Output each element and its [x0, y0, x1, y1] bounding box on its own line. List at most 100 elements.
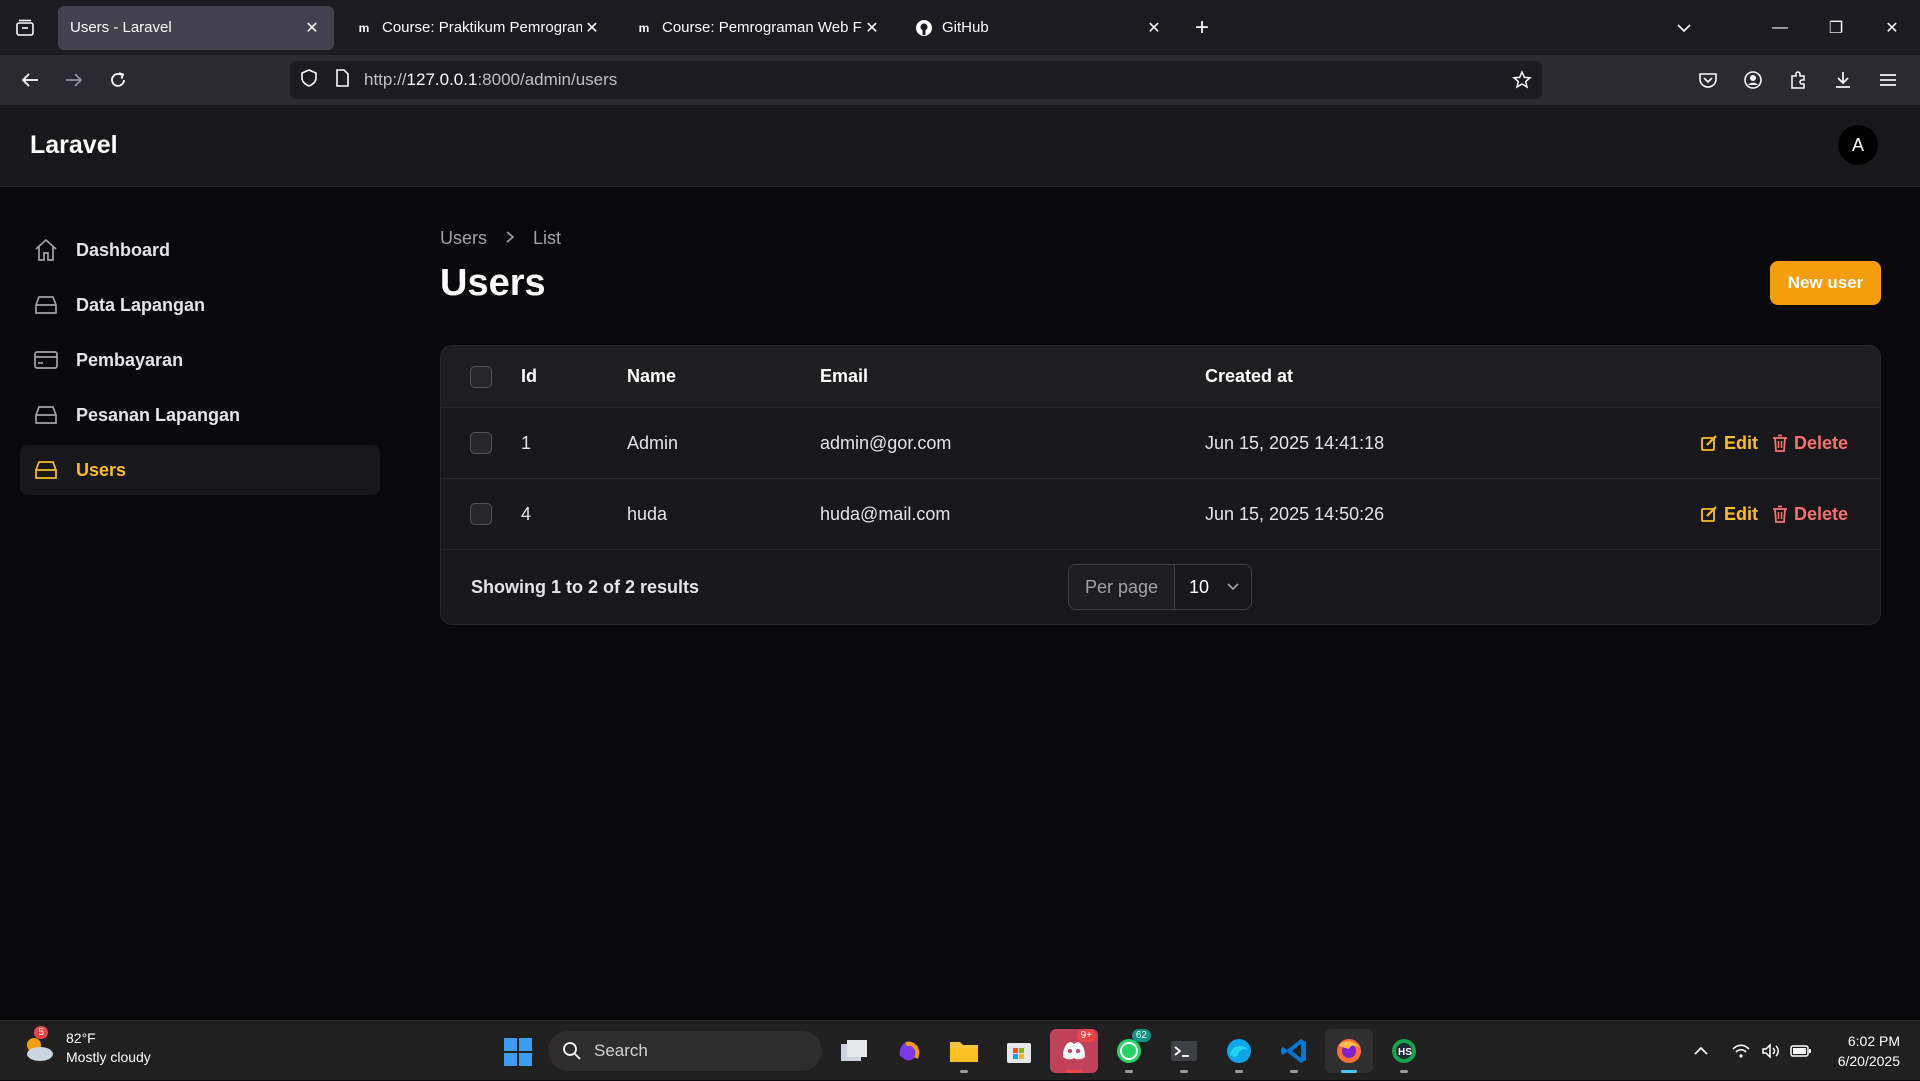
- url-text: http://127.0.0.1:8000/admin/users: [364, 70, 618, 89]
- new-user-button[interactable]: New user: [1770, 261, 1881, 305]
- back-button[interactable]: [8, 60, 52, 100]
- file-explorer-icon[interactable]: [940, 1029, 988, 1073]
- trash-icon: [1773, 434, 1787, 452]
- reload-button[interactable]: [96, 60, 140, 100]
- breadcrumb-current: List: [533, 228, 562, 248]
- restore-button[interactable]: ❐: [1808, 0, 1864, 55]
- weather-widget[interactable]: 5 82°F Mostly cloudy: [20, 1026, 151, 1067]
- credit-card-icon: [32, 346, 60, 374]
- bookmark-star-icon[interactable]: [1512, 70, 1532, 95]
- whatsapp-badge: 62: [1131, 1029, 1151, 1042]
- tab-overflow-chevron-icon[interactable]: [1656, 0, 1712, 55]
- firefox-icon[interactable]: [1325, 1029, 1373, 1073]
- shield-icon[interactable]: [300, 68, 318, 93]
- sidebar-item-label: Pesanan Lapangan: [76, 404, 241, 425]
- pocket-icon[interactable]: [1685, 60, 1730, 100]
- edge-icon[interactable]: [1215, 1029, 1263, 1073]
- per-page-value[interactable]: 10: [1175, 565, 1251, 609]
- weather-cloud-icon: 5: [20, 1026, 56, 1066]
- tab-course-praktikum[interactable]: m Course: Praktikum Pemrograma ✕: [342, 6, 614, 50]
- column-header-name[interactable]: Name: [627, 346, 676, 407]
- tab-course-pemrograman[interactable]: m Course: Pemrograman Web Frar ✕: [622, 6, 894, 50]
- delete-button[interactable]: Delete: [1772, 479, 1848, 549]
- per-page-select[interactable]: Per page 10: [1068, 564, 1252, 610]
- microsoft-store-icon[interactable]: [995, 1029, 1043, 1073]
- app-topbar: Laravel A: [0, 105, 1920, 187]
- column-header-email[interactable]: Email: [820, 346, 868, 407]
- sidebar-item-label: Pembayaran: [76, 349, 184, 370]
- close-icon[interactable]: ✕: [302, 18, 322, 38]
- forward-button[interactable]: [52, 60, 96, 100]
- sidebar-item-users[interactable]: Users: [20, 445, 380, 495]
- edit-button[interactable]: Edit: [1700, 479, 1758, 549]
- window-controls: — ❐ ✕: [1656, 0, 1920, 55]
- temperature: 82°F: [66, 1030, 96, 1046]
- column-header-created-at[interactable]: Created at: [1205, 346, 1293, 407]
- inbox-icon: [32, 456, 60, 484]
- pagination-summary: Showing 1 to 2 of 2 results: [471, 576, 700, 597]
- download-icon[interactable]: [1820, 60, 1865, 100]
- svg-text:HS: HS: [1398, 1047, 1412, 1058]
- close-window-button[interactable]: ✕: [1864, 0, 1920, 55]
- sidebar-item-label: Dashboard: [76, 239, 171, 260]
- wifi-icon[interactable]: [1726, 1043, 1756, 1059]
- table-row[interactable]: 1 Admin admin@gor.com Jun 15, 2025 14:41…: [441, 408, 1880, 479]
- tray-overflow-chevron-icon[interactable]: [1686, 1046, 1716, 1056]
- tab-list-icon[interactable]: [0, 0, 50, 55]
- weather-condition: Mostly cloudy: [66, 1049, 151, 1065]
- table-footer: Showing 1 to 2 of 2 results Per page 10: [441, 550, 1880, 624]
- close-icon[interactable]: ✕: [582, 18, 602, 38]
- weather-badge: 5: [34, 1026, 48, 1039]
- vscode-icon[interactable]: [1270, 1029, 1318, 1073]
- new-tab-button[interactable]: +: [1184, 10, 1220, 46]
- tab-github[interactable]: GitHub ✕: [902, 6, 1176, 50]
- account-icon[interactable]: [1730, 60, 1775, 100]
- task-view-icon[interactable]: [830, 1029, 878, 1073]
- inbox-icon: [32, 401, 60, 429]
- battery-icon[interactable]: [1786, 1044, 1816, 1058]
- extensions-icon[interactable]: [1775, 60, 1820, 100]
- cell-created-at: Jun 15, 2025 14:50:26: [1205, 503, 1385, 524]
- select-all-checkbox[interactable]: [470, 346, 492, 407]
- windows-start-icon[interactable]: [503, 1037, 533, 1072]
- table-header: Id Name Email Created at: [441, 346, 1880, 408]
- sidebar-item-dashboard[interactable]: Dashboard: [20, 225, 380, 275]
- row-checkbox[interactable]: [470, 479, 492, 549]
- cell-email: huda@mail.com: [820, 503, 951, 524]
- discord-icon[interactable]: 9+: [1050, 1029, 1098, 1073]
- menu-icon[interactable]: [1865, 60, 1910, 100]
- sidebar-item-label: Data Lapangan: [76, 294, 206, 315]
- cell-name: Admin: [627, 432, 679, 453]
- terminal-icon[interactable]: [1160, 1029, 1208, 1073]
- minimize-button[interactable]: —: [1752, 0, 1808, 55]
- breadcrumb-users-link[interactable]: Users: [440, 228, 487, 249]
- page-info-icon[interactable]: [334, 68, 350, 92]
- sidebar-item-pesanan-lapangan[interactable]: Pesanan Lapangan: [20, 390, 380, 440]
- tab-users-laravel[interactable]: Users - Laravel ✕: [58, 5, 334, 50]
- avatar[interactable]: A: [1838, 125, 1878, 165]
- clock[interactable]: 6:02 PM 6/20/2025: [1838, 1031, 1900, 1071]
- browser-toolbar: http://127.0.0.1:8000/admin/users: [0, 55, 1920, 105]
- whatsapp-icon[interactable]: 62: [1105, 1029, 1153, 1073]
- delete-button[interactable]: Delete: [1772, 408, 1848, 478]
- close-icon[interactable]: ✕: [862, 18, 882, 38]
- url-bar[interactable]: http://127.0.0.1:8000/admin/users: [290, 61, 1542, 99]
- copilot-icon[interactable]: [885, 1029, 933, 1073]
- heidisql-icon[interactable]: HS: [1380, 1029, 1428, 1073]
- row-checkbox[interactable]: [470, 408, 492, 478]
- home-icon: [32, 236, 60, 264]
- tab-label: GitHub: [942, 19, 989, 36]
- sidebar-item-data-lapangan[interactable]: Data Lapangan: [20, 280, 380, 330]
- taskbar-search[interactable]: Search: [548, 1031, 822, 1071]
- taskbar-apps: 9+ 62 HS: [830, 1029, 1435, 1073]
- tab-label: Course: Pemrograman Web Frar: [662, 19, 862, 36]
- sidebar-item-pembayaran[interactable]: Pembayaran: [20, 335, 380, 385]
- edit-button[interactable]: Edit: [1700, 408, 1758, 478]
- volume-icon[interactable]: [1756, 1043, 1786, 1059]
- column-header-id[interactable]: Id: [521, 346, 537, 407]
- page-title: Users: [440, 262, 546, 304]
- close-icon[interactable]: ✕: [1144, 18, 1164, 38]
- cell-created-at: Jun 15, 2025 14:41:18: [1205, 432, 1385, 453]
- brand-logo[interactable]: Laravel: [30, 131, 118, 160]
- table-row[interactable]: 4 huda huda@mail.com Jun 15, 2025 14:50:…: [441, 479, 1880, 550]
